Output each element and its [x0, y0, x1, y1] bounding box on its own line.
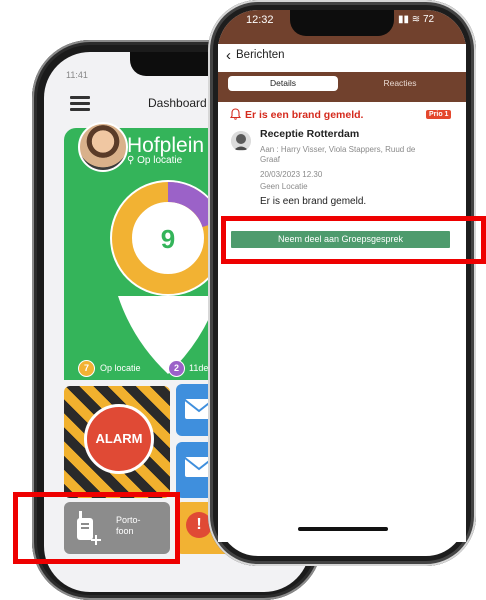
sender-avatar: [231, 131, 251, 151]
chevron-left-icon[interactable]: ‹: [226, 47, 231, 64]
message-location: Geen Locatie: [260, 182, 308, 191]
user-icon: [231, 131, 251, 151]
alarm-button[interactable]: ALARM: [84, 404, 154, 474]
back-button[interactable]: Berichten: [236, 49, 285, 61]
location-status: ⚲ Op locatie: [127, 155, 182, 166]
gauge-count: 9: [161, 224, 175, 254]
home-indicator: [298, 527, 388, 531]
legend-label-op-locatie: Op locatie: [100, 363, 141, 373]
page-title: Dashboard: [148, 96, 207, 110]
highlight-join-button: [221, 216, 486, 264]
status-icons: ▮▮ ≋ 72: [398, 14, 435, 25]
legend: 7 Op locatie 2 11de: [64, 354, 224, 380]
alert-title: Er is een brand gemeld.: [245, 109, 364, 121]
message-body: Er is een brand gemeld.: [260, 196, 367, 207]
highlight-portofoon-tile: [13, 492, 180, 564]
legend-label-elsewhere: 11de: [189, 363, 209, 373]
priority-badge: Prio 1: [426, 110, 452, 119]
message-date: 20/03/2023 12.30: [260, 170, 323, 179]
sender-name: Receptie Rotterdam: [260, 128, 360, 140]
message-detail: [218, 102, 466, 542]
tab-reacties[interactable]: Reacties: [344, 76, 456, 91]
bell-icon: [230, 108, 241, 120]
front-phone-notch: [290, 10, 394, 36]
legend-count-elsewhere: 2: [168, 360, 185, 377]
status-time: 12:32: [246, 14, 274, 26]
pin-icon: ⚲: [127, 155, 138, 166]
recipients: Aan : Harry Visser, Viola Stappers, Ruud…: [260, 145, 416, 164]
avatar: [78, 122, 128, 172]
back-status-time: 11:41: [66, 70, 88, 80]
tab-details[interactable]: Details: [228, 76, 338, 91]
menu-icon[interactable]: [70, 96, 90, 111]
location-status-label: Op locatie: [137, 155, 183, 166]
legend-count-op-locatie: 7: [78, 360, 95, 377]
